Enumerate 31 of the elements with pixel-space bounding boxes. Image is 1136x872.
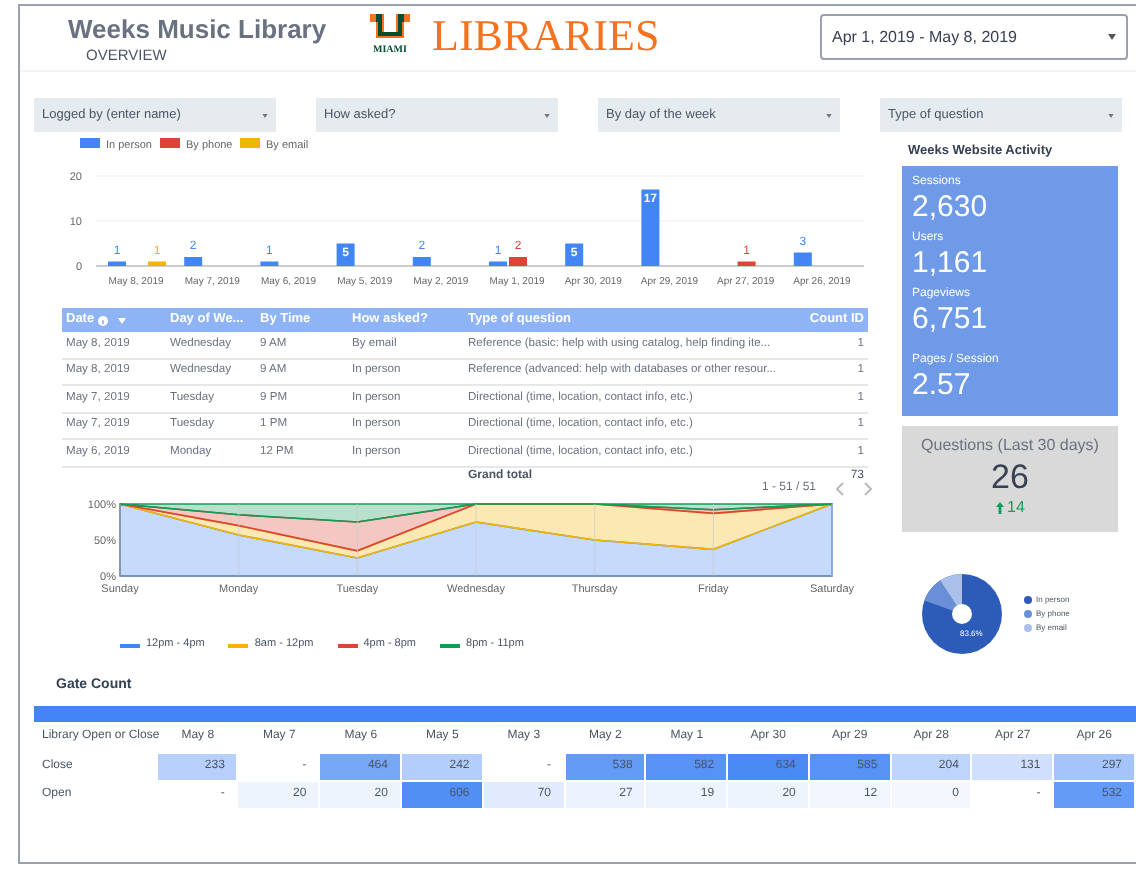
bar xyxy=(108,261,126,266)
bar xyxy=(336,243,355,266)
card-title: Questions (Last 30 days) xyxy=(921,433,1099,458)
dashboard-title: Weeks Music Library xyxy=(68,14,329,44)
sort-icon[interactable] xyxy=(118,317,127,323)
bar xyxy=(737,261,756,266)
bar xyxy=(641,189,660,266)
bar xyxy=(148,261,166,266)
caret-icon xyxy=(1108,34,1116,40)
bar xyxy=(793,252,812,266)
up-arrow-icon xyxy=(995,501,1004,514)
caret-icon xyxy=(262,113,268,117)
question-count: 26 xyxy=(991,457,1029,496)
previous-page-icon[interactable] xyxy=(836,481,844,495)
caret-icon xyxy=(1108,113,1114,117)
metric-value: 6,751 xyxy=(912,301,990,336)
caret-icon xyxy=(544,113,550,117)
next-page-icon[interactable] xyxy=(864,481,872,495)
pie-chart-drawing xyxy=(920,571,1004,656)
bar xyxy=(260,261,279,266)
bar xyxy=(184,257,203,266)
bar xyxy=(565,243,584,266)
bar xyxy=(412,257,431,266)
logo-wordmark: LIBRARIES xyxy=(432,10,660,62)
metric-value: 1,161 xyxy=(912,245,990,280)
date-range-picker[interactable]: Apr 1, 2019 - May 8, 2019 xyxy=(820,14,1128,60)
metric-value: 2,630 xyxy=(912,189,990,224)
info-icon xyxy=(98,315,109,325)
caret-icon xyxy=(826,113,832,117)
change-value: 14 xyxy=(1007,495,1025,520)
metric-value: 2.57 xyxy=(912,367,973,402)
